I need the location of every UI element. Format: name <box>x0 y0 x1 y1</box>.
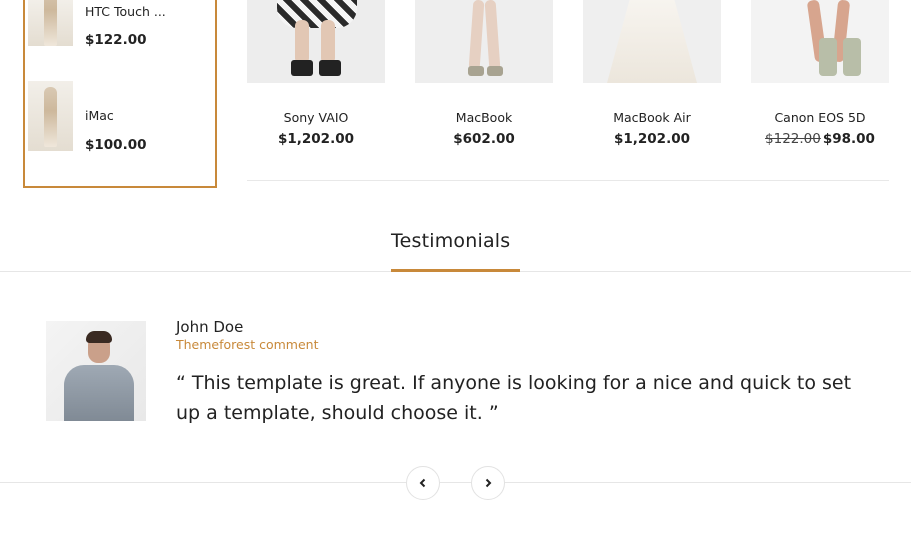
bottom-divider <box>0 482 911 483</box>
product-price: $602.00 <box>453 131 515 147</box>
product-price: $100.00 <box>85 137 147 153</box>
product-thumbnail[interactable] <box>28 0 73 46</box>
testimonial-author: John Doe <box>176 318 244 336</box>
product-card[interactable]: MacBook $602.00 <box>415 0 553 147</box>
product-name[interactable]: Sony VAIO <box>247 110 385 125</box>
product-name[interactable]: MacBook Air <box>583 110 721 125</box>
product-image[interactable] <box>751 0 889 83</box>
product-name[interactable]: Canon EOS 5D <box>751 110 889 125</box>
next-button[interactable] <box>471 466 505 500</box>
product-price: $122.00 <box>85 32 147 48</box>
product-name[interactable]: MacBook <box>415 110 553 125</box>
product-price: $1,202.00 <box>613 131 690 147</box>
product-price: $122.00 $98.00 <box>751 131 889 147</box>
product-name[interactable]: iMac <box>85 108 147 123</box>
prev-button[interactable] <box>406 466 440 500</box>
product-price: $1,202.00 <box>277 131 354 147</box>
sidebar-product-item[interactable]: iMac $100.00 <box>28 81 147 153</box>
product-thumbnail[interactable] <box>28 81 73 151</box>
chevron-right-icon <box>485 478 492 488</box>
product-sale-price: $98.00 <box>822 131 875 147</box>
product-card[interactable]: Sony VAIO $1,202.00 <box>247 0 385 147</box>
product-card[interactable]: Canon EOS 5D $122.00 $98.00 <box>751 0 889 147</box>
avatar <box>46 321 146 421</box>
divider <box>247 180 889 181</box>
product-card[interactable]: MacBook Air $1,202.00 <box>583 0 721 147</box>
title-underline <box>391 269 520 272</box>
product-image[interactable] <box>247 0 385 83</box>
product-image[interactable] <box>415 0 553 83</box>
testimonial-quote: “ This template is great. If anyone is l… <box>176 372 852 424</box>
sidebar-product-item[interactable]: HTC Touch ... $122.00 <box>28 0 166 48</box>
product-name[interactable]: HTC Touch ... <box>85 4 166 19</box>
product-image[interactable] <box>583 0 721 83</box>
chevron-left-icon <box>419 478 426 488</box>
testimonial-role: Themeforest comment <box>176 337 319 352</box>
section-title: Testimonials <box>391 230 511 252</box>
product-old-price: $122.00 <box>765 131 821 147</box>
